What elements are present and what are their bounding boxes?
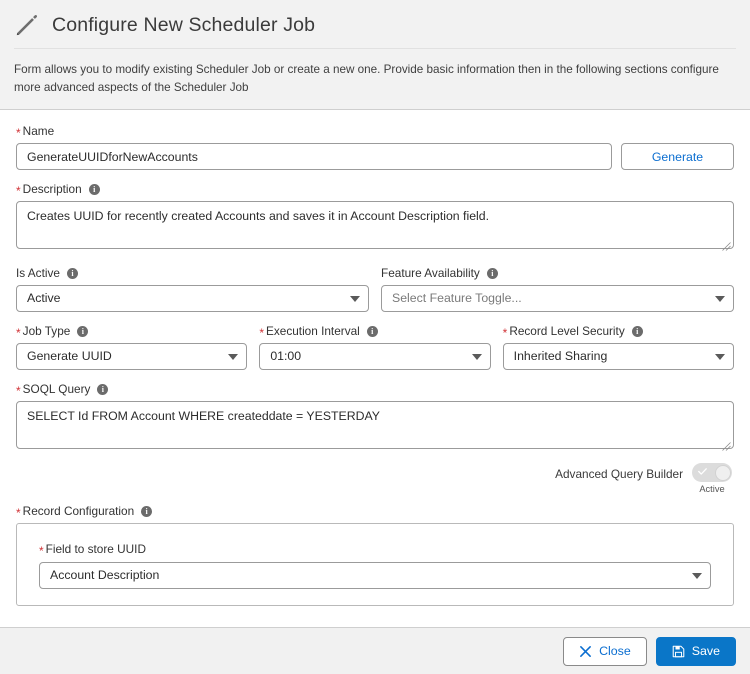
label-name-text: Name [22, 124, 55, 139]
label-execution-interval: * Execution Interval i [259, 324, 490, 340]
field-job-type: * Job Type i Generate UUID [16, 324, 248, 371]
info-icon[interactable]: i [486, 267, 498, 279]
required-asterisk: * [16, 325, 21, 340]
field-to-store-uuid-select-wrap: Account Description [39, 562, 711, 590]
save-button[interactable]: Save [655, 636, 736, 666]
field-name: * Name Generate [16, 124, 734, 171]
label-field-to-store-uuid-text: Field to store UUID [45, 542, 146, 557]
close-button-label: Close [599, 644, 631, 658]
feature-availability-placeholder: Select Feature Toggle... [392, 291, 522, 306]
label-soql-query-text: SOQL Query [22, 382, 91, 397]
row-jobtype-interval-security: * Job Type i Generate UUID * Execution I… [16, 324, 734, 371]
feature-availability-select-wrap: Select Feature Toggle... [381, 285, 734, 313]
label-is-active: Is Active i [16, 266, 369, 280]
required-asterisk: * [39, 543, 44, 558]
field-description: * Description i [16, 182, 734, 254]
close-button[interactable]: Close [563, 636, 647, 666]
advanced-query-builder-toggle-block: Active [692, 463, 732, 494]
save-disk-icon [672, 645, 685, 657]
info-icon[interactable]: i [66, 267, 78, 279]
soql-textarea-wrap [16, 401, 734, 454]
is-active-select[interactable]: Active [16, 285, 369, 313]
label-record-level-security-text: Record Level Security [509, 324, 625, 339]
configure-scheduler-job-dialog: Configure New Scheduler Job Form allows … [0, 0, 750, 674]
field-soql-query: * SOQL Query i [16, 382, 734, 454]
required-asterisk: * [16, 505, 21, 520]
field-to-store-uuid-select[interactable]: Account Description [39, 562, 711, 590]
job-type-select-wrap: Generate UUID [16, 343, 248, 371]
name-input[interactable] [16, 143, 612, 171]
advanced-query-builder-state: Active [699, 484, 725, 495]
label-description: * Description i [16, 182, 734, 198]
label-is-active-text: Is Active [16, 266, 60, 281]
required-asterisk: * [259, 325, 264, 340]
check-icon [698, 468, 707, 475]
label-name: * Name [16, 124, 734, 140]
label-description-text: Description [22, 182, 82, 197]
job-type-select[interactable]: Generate UUID [16, 343, 248, 371]
name-input-row: Generate [16, 143, 734, 171]
field-record-level-security: * Record Level Security i Inherited Shar… [502, 324, 734, 371]
form-body: * Name Generate * Description i [0, 110, 750, 627]
info-icon[interactable]: i [366, 325, 378, 337]
execution-interval-select[interactable]: 01:00 [259, 343, 491, 371]
label-record-configuration: * Record Configuration i [16, 504, 734, 520]
label-record-configuration-text: Record Configuration [22, 504, 135, 519]
info-icon[interactable]: i [77, 325, 89, 337]
dialog-footer: Close Save [0, 627, 750, 674]
required-asterisk: * [16, 183, 21, 198]
label-feature-availability-text: Feature Availability [381, 266, 480, 281]
info-icon[interactable]: i [631, 325, 643, 337]
feature-availability-select[interactable]: Select Feature Toggle... [381, 285, 734, 313]
label-record-level-security: * Record Level Security i [502, 324, 734, 340]
record-level-security-value: Inherited Sharing [513, 349, 608, 364]
record-configuration-box: * Field to store UUID Account Descriptio… [16, 523, 734, 607]
field-execution-interval: * Execution Interval i 01:00 [259, 324, 491, 371]
job-type-value: Generate UUID [27, 349, 112, 364]
description-textarea[interactable] [16, 201, 734, 250]
header-title-row: Configure New Scheduler Job [14, 0, 736, 49]
advanced-query-builder-toggle[interactable] [692, 463, 732, 483]
field-feature-availability: Feature Availability i Select Feature To… [381, 266, 734, 313]
required-asterisk: * [16, 383, 21, 398]
record-level-security-select-wrap: Inherited Sharing [502, 343, 734, 371]
label-job-type-text: Job Type [22, 324, 71, 339]
is-active-value: Active [27, 291, 61, 306]
info-icon[interactable]: i [141, 505, 153, 517]
required-asterisk: * [502, 325, 508, 340]
field-is-active: Is Active i Active [16, 266, 369, 313]
required-asterisk: * [16, 125, 21, 140]
is-active-select-wrap: Active [16, 285, 369, 313]
advanced-query-builder-label: Advanced Query Builder [555, 467, 683, 482]
field-field-to-store-uuid: * Field to store UUID Account Descriptio… [31, 538, 719, 590]
label-job-type: * Job Type i [16, 324, 247, 340]
close-icon [580, 645, 591, 657]
save-button-label: Save [691, 644, 720, 658]
soql-query-textarea[interactable] [16, 401, 734, 450]
info-icon[interactable]: i [88, 183, 100, 195]
toggle-knob [714, 464, 731, 481]
row-active-feature: Is Active i Active Feature Availability … [16, 266, 734, 313]
record-level-security-select[interactable]: Inherited Sharing [502, 343, 734, 371]
info-icon[interactable]: i [97, 383, 109, 395]
label-soql-query: * SOQL Query i [16, 382, 734, 398]
advanced-query-builder-row: Advanced Query Builder Active [16, 463, 734, 494]
execution-interval-select-wrap: 01:00 [259, 343, 491, 371]
field-record-configuration: * Record Configuration i * Field to stor… [16, 504, 734, 607]
label-execution-interval-text: Execution Interval [266, 324, 360, 339]
header-description: Form allows you to modify existing Sched… [14, 63, 719, 94]
pencil-icon [16, 14, 38, 36]
execution-interval-value: 01:00 [270, 349, 302, 364]
label-field-to-store-uuid: * Field to store UUID [39, 542, 711, 558]
label-feature-availability: Feature Availability i [381, 266, 734, 280]
field-to-store-uuid-value: Account Description [50, 568, 160, 583]
page-title: Configure New Scheduler Job [52, 13, 316, 36]
generate-button[interactable]: Generate [621, 143, 734, 171]
dialog-header: Configure New Scheduler Job Form allows … [0, 0, 750, 111]
description-textarea-wrap [16, 201, 734, 254]
